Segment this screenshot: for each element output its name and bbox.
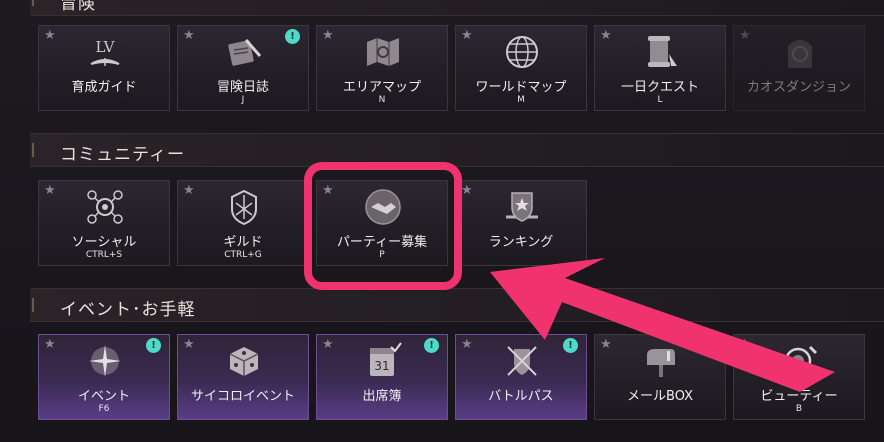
menu-panel: 冒険 ★ LV 育成ガイド ★ ! 冒険日誌 J ★ エリアマップ N ★ ワー…: [0, 0, 884, 442]
pointer-arrow-icon: [490, 258, 835, 392]
